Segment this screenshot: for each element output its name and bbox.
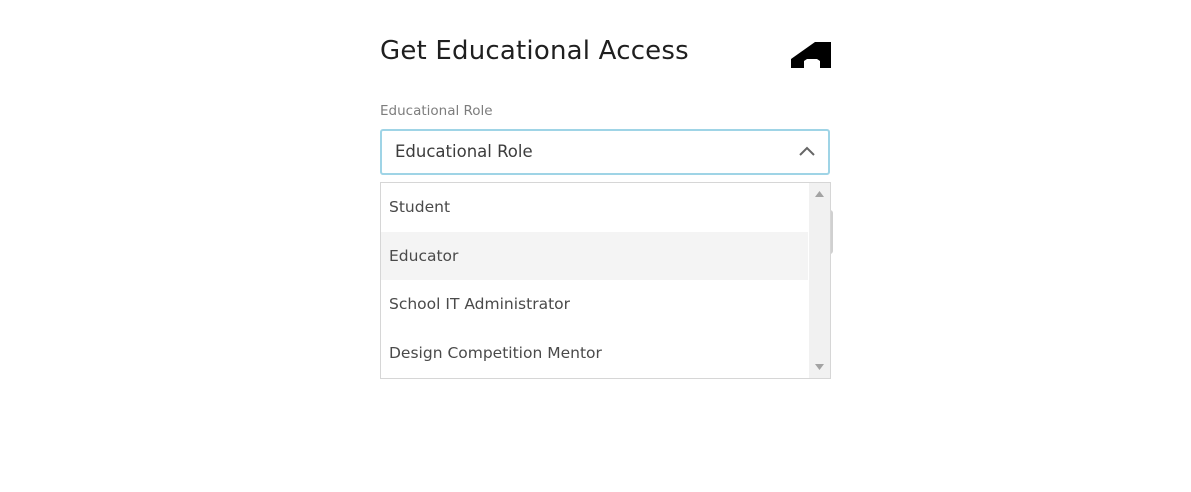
chevron-up-icon [799, 146, 815, 156]
educational-role-select-value: Educational Role [395, 142, 533, 161]
scroll-up-arrow-icon[interactable] [815, 191, 824, 197]
option-list: Student Educator School IT Administrator… [381, 183, 808, 378]
option-label: Student [389, 198, 451, 216]
option-student[interactable]: Student [381, 183, 808, 231]
option-label: Design Competition Mentor [389, 344, 602, 362]
autodesk-logo-icon [791, 42, 831, 68]
educational-role-dropdown: Student Educator School IT Administrator… [380, 182, 831, 379]
option-label: Educator [389, 247, 459, 265]
page-title: Get Educational Access [380, 36, 689, 66]
option-design-competition-mentor[interactable]: Design Competition Mentor [381, 329, 808, 377]
educational-role-label: Educational Role [380, 103, 493, 119]
dropdown-scrollbar[interactable] [809, 183, 830, 378]
scroll-down-arrow-icon[interactable] [815, 364, 824, 370]
page: Get Educational Access Educational Role … [0, 0, 1191, 492]
educational-role-select[interactable]: Educational Role [380, 129, 830, 175]
option-educator[interactable]: Educator [381, 232, 808, 280]
option-school-it-administrator[interactable]: School IT Administrator [381, 280, 808, 328]
option-label: School IT Administrator [389, 295, 571, 313]
